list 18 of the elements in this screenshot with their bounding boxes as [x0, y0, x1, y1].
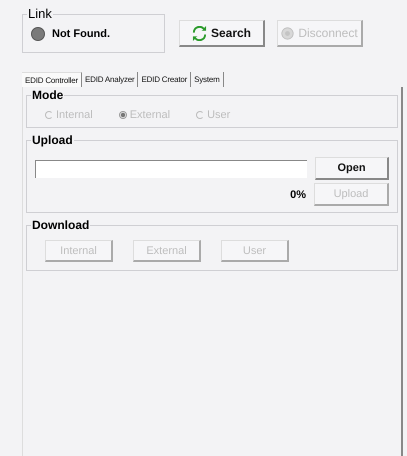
radio-label: Internal — [56, 109, 93, 121]
refresh-icon — [192, 26, 207, 40]
tab[interactable]: EDID Controller — [22, 72, 82, 87]
file-path-field[interactable] — [35, 160, 308, 178]
tab[interactable]: EDID Analyzer — [82, 72, 138, 87]
group-title: Upload — [31, 133, 74, 147]
disconnect-icon — [281, 26, 294, 40]
group-title: Download — [31, 218, 90, 232]
open-button[interactable]: Open — [315, 157, 389, 180]
tab[interactable]: EDID Creator — [138, 72, 192, 87]
radio-label: External — [130, 109, 170, 121]
group-title: Mode — [31, 88, 64, 102]
progress-percent: 0% — [290, 188, 306, 200]
tab[interactable]: System — [191, 72, 224, 87]
search-button[interactable]: Search — [179, 20, 265, 47]
status-text: Not Found. — [52, 28, 110, 40]
radio-label: User — [207, 109, 230, 121]
group-title: Link — [27, 6, 53, 21]
